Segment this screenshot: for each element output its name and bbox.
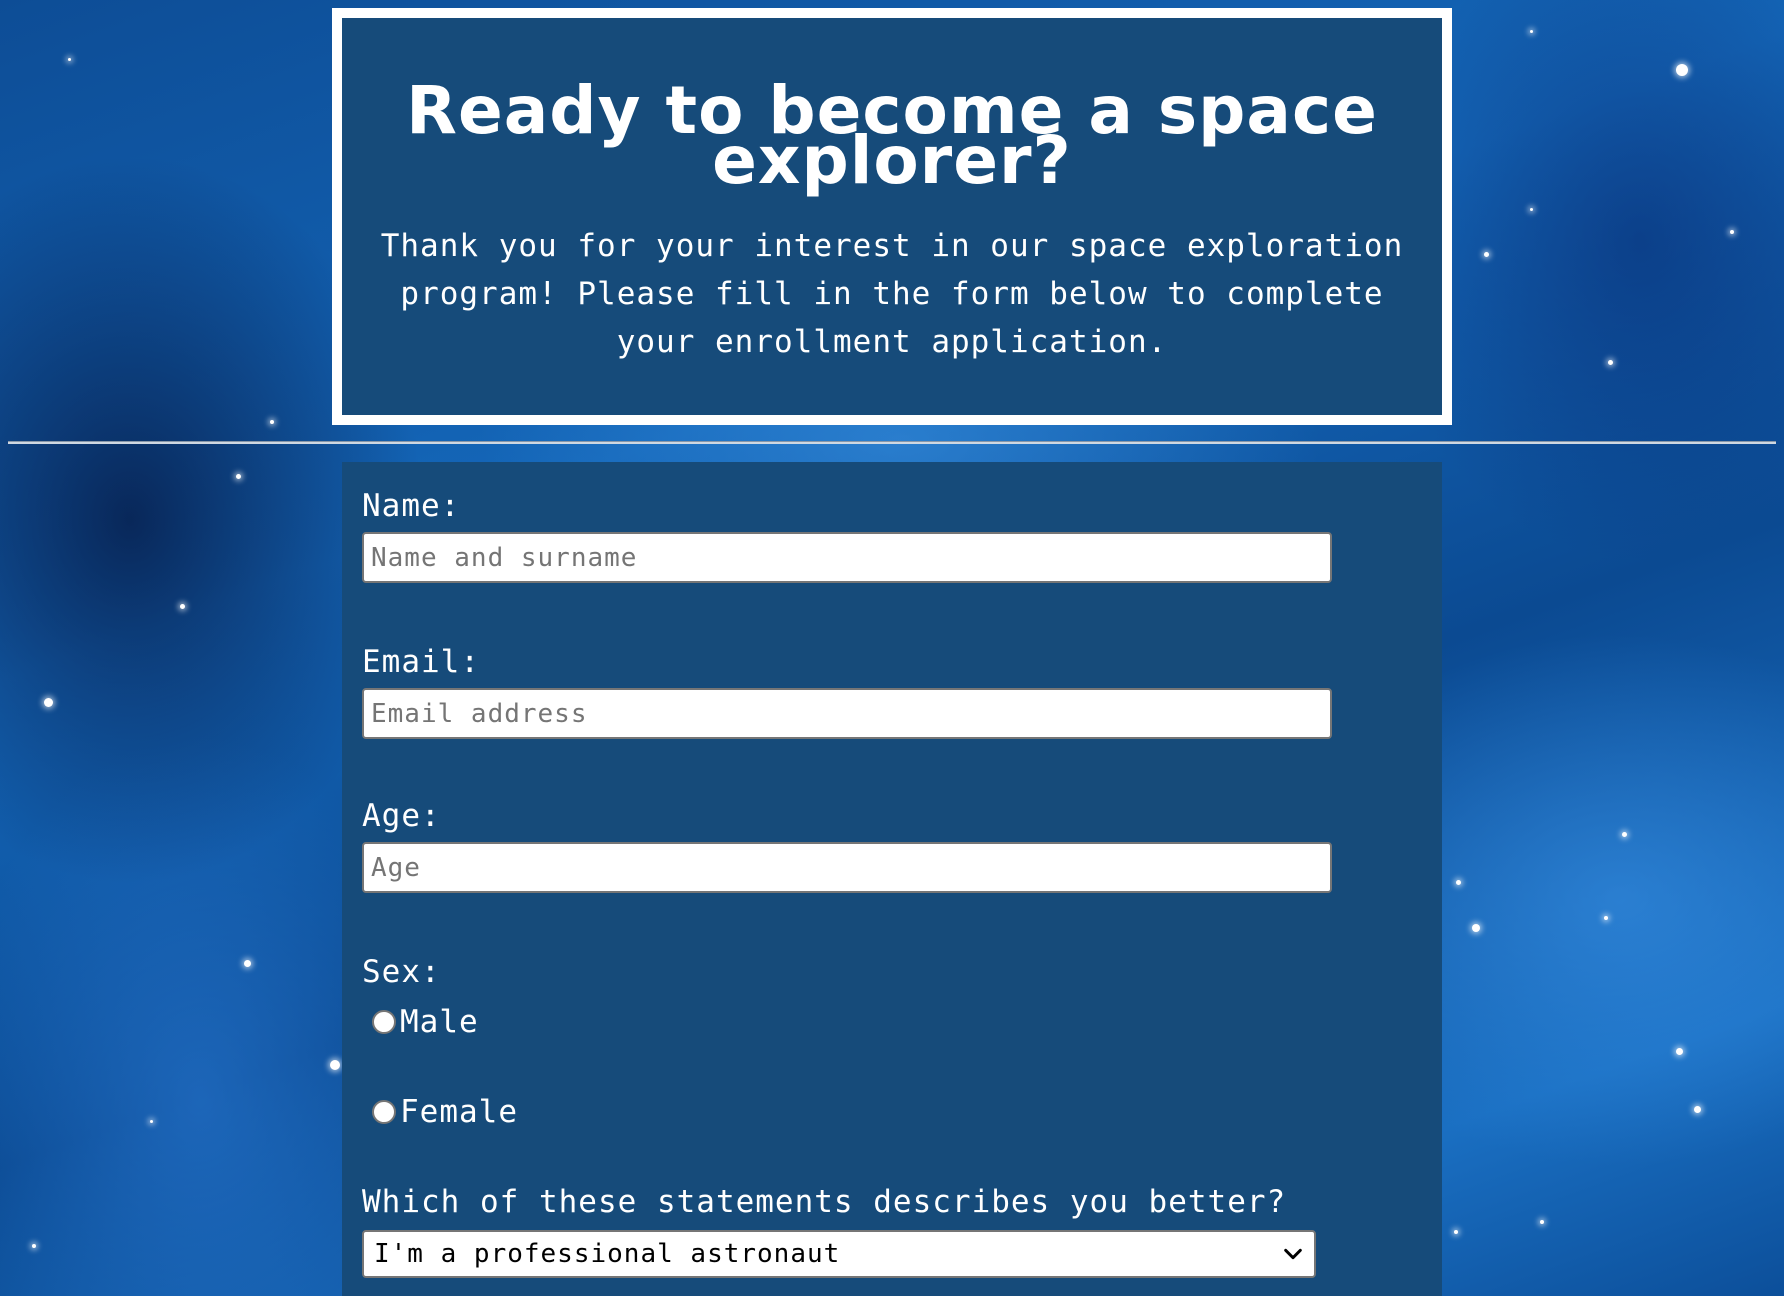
star bbox=[1456, 880, 1461, 885]
email-input[interactable] bbox=[362, 688, 1332, 739]
star bbox=[44, 698, 53, 707]
star bbox=[180, 604, 185, 609]
star bbox=[1608, 360, 1613, 365]
star bbox=[1730, 230, 1734, 234]
enrollment-form: Name: Email: Age: Sex: Male Female Which… bbox=[342, 462, 1442, 1296]
email-label: Email: bbox=[362, 644, 480, 680]
star bbox=[1540, 1220, 1544, 1224]
hero-banner: Ready to become a space explorer? Thank … bbox=[332, 8, 1452, 425]
name-label: Name: bbox=[362, 488, 461, 524]
radio-label-male: Male bbox=[400, 1004, 479, 1040]
star bbox=[1676, 64, 1688, 76]
radio-option-male[interactable]: Male bbox=[372, 1004, 479, 1040]
star bbox=[244, 960, 251, 967]
star bbox=[1530, 208, 1533, 211]
radio-button-female[interactable] bbox=[372, 1100, 396, 1124]
star bbox=[1530, 30, 1533, 33]
star bbox=[1472, 924, 1480, 932]
horizontal-divider bbox=[8, 441, 1776, 444]
star bbox=[32, 1244, 36, 1248]
star bbox=[1484, 252, 1489, 257]
star bbox=[1622, 832, 1627, 837]
star bbox=[150, 1120, 153, 1123]
age-input[interactable] bbox=[362, 842, 1332, 893]
radio-label-female: Female bbox=[400, 1094, 518, 1130]
star bbox=[330, 1060, 340, 1070]
chevron-down-icon bbox=[1284, 1248, 1302, 1260]
radio-option-female[interactable]: Female bbox=[372, 1094, 518, 1130]
statement-select[interactable]: I'm a professional astronaut bbox=[362, 1230, 1316, 1278]
star bbox=[1454, 1230, 1458, 1234]
star bbox=[236, 474, 241, 479]
statement-label: Which of these statements describes you … bbox=[362, 1184, 1287, 1220]
star bbox=[68, 58, 71, 61]
star bbox=[1604, 916, 1608, 920]
statement-select-value: I'm a professional astronaut bbox=[374, 1239, 841, 1269]
name-input[interactable] bbox=[362, 532, 1332, 583]
star bbox=[1694, 1106, 1701, 1113]
sex-label: Sex: bbox=[362, 954, 441, 990]
age-label: Age: bbox=[362, 798, 441, 834]
star bbox=[270, 420, 274, 424]
page-title: Ready to become a space explorer? bbox=[406, 72, 1378, 199]
star bbox=[1676, 1048, 1683, 1055]
intro-text: Thank you for your interest in our space… bbox=[380, 228, 1404, 360]
radio-button-male[interactable] bbox=[372, 1010, 396, 1034]
